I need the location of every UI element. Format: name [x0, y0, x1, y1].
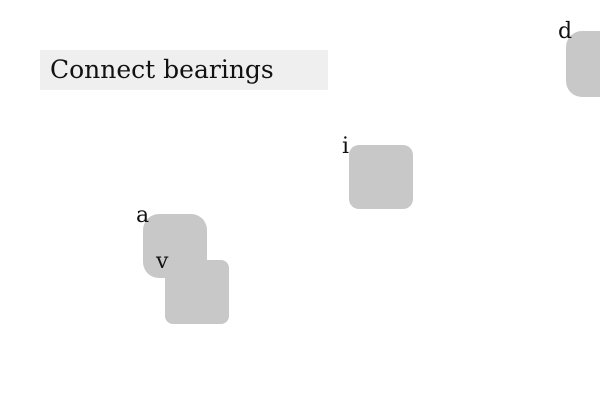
bearing-label-d: d — [558, 19, 573, 44]
bearing-label-a: a — [136, 203, 150, 228]
bearing-label-v: v — [156, 249, 169, 274]
task-title: Connect bearings — [40, 50, 328, 90]
bearing-node-i[interactable] — [349, 145, 413, 209]
bearing-node-v[interactable] — [165, 260, 229, 324]
bearing-label-i: i — [342, 134, 350, 159]
canvas: Connect bearings a v i d — [0, 0, 600, 400]
